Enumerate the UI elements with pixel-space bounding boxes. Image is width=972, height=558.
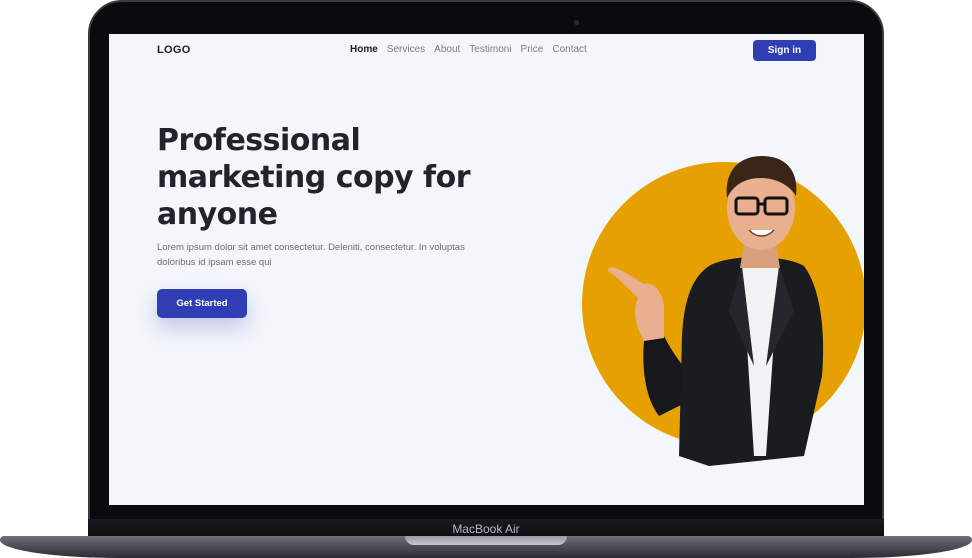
nav-link-home[interactable]: Home [350,44,378,55]
main-nav: Home Services About Testimoni Price Cont… [350,44,587,55]
nav-link-price[interactable]: Price [521,44,544,55]
smiling-man-pointing-icon [607,156,824,466]
sign-in-button[interactable]: Sign in [753,40,816,61]
nav-link-about[interactable]: About [434,44,460,55]
hero-title: Professional marketing copy for anyone [157,123,471,232]
logo[interactable]: LOGO [157,44,191,56]
nav-link-contact[interactable]: Contact [552,44,586,55]
get-started-button[interactable]: Get Started [157,289,247,318]
laptop-notch [405,536,567,545]
camera-icon [574,20,579,25]
hero-description: Lorem ipsum dolor sit amet consectetur. … [157,242,465,268]
device-label: MacBook Air [452,522,520,536]
nav-link-services[interactable]: Services [387,44,425,55]
landing-page: LOGO Home Services About Testimoni Price… [109,34,864,505]
nav-link-testimoni[interactable]: Testimoni [469,44,511,55]
